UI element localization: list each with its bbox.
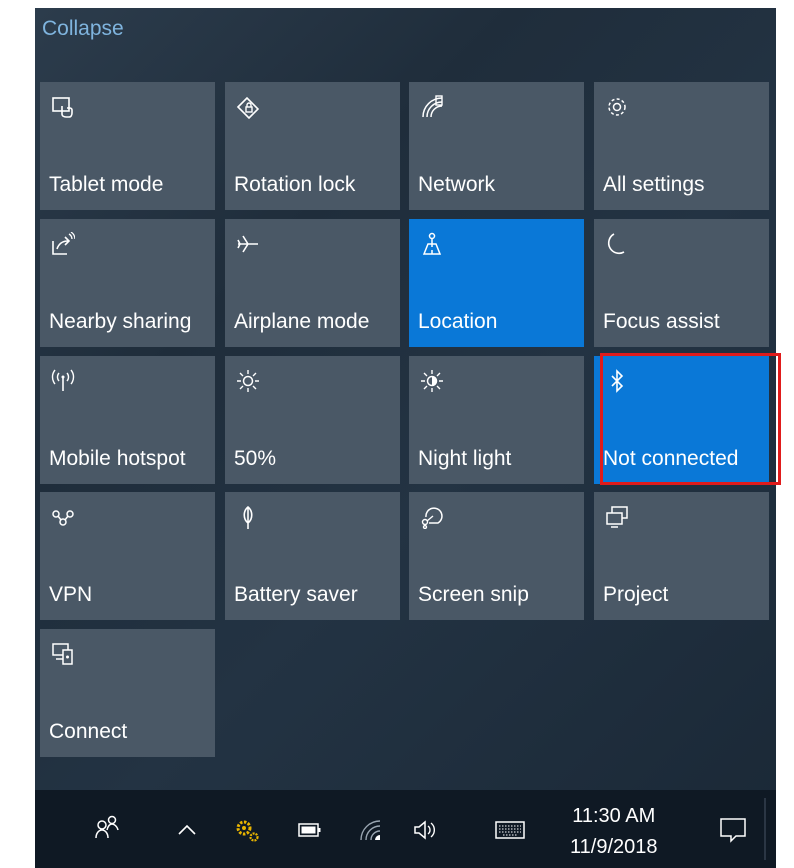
tile-nearby-sharing[interactable]: Nearby sharing xyxy=(40,219,215,347)
tile-label: Nearby sharing xyxy=(49,310,192,333)
tile-label: Rotation lock xyxy=(234,173,356,196)
chevron-up-icon[interactable] xyxy=(175,818,199,842)
tile-brightness[interactable]: 50% xyxy=(225,356,400,484)
clock-date: 11/9/2018 xyxy=(570,836,658,858)
battery-icon[interactable] xyxy=(298,818,322,842)
tile-label: Network xyxy=(418,173,496,196)
wifi-icon[interactable] xyxy=(358,818,382,842)
location-icon xyxy=(422,232,442,255)
tile-rotation-lock[interactable]: Rotation lock xyxy=(225,82,400,210)
tile-label: Focus assist xyxy=(603,310,720,333)
tile-label: Tablet mode xyxy=(49,173,164,196)
notification-icon[interactable] xyxy=(719,816,747,844)
hotspot-icon xyxy=(51,369,75,391)
tile-night-light[interactable]: Night light xyxy=(409,356,584,484)
tile-label: All settings xyxy=(603,173,705,196)
battery-saver-icon xyxy=(243,505,253,529)
clock[interactable]: 11:30 AM 11/9/2018 xyxy=(570,801,658,863)
tile-mobile-hotspot[interactable]: Mobile hotspot xyxy=(40,356,215,484)
settings-tray-icon[interactable] xyxy=(235,818,259,842)
tile-label: Airplane mode xyxy=(234,310,370,333)
moon-icon xyxy=(607,233,625,255)
tile-label: Location xyxy=(418,310,498,333)
tile-airplane-mode[interactable]: Airplane mode xyxy=(225,219,400,347)
screen-snip-icon xyxy=(421,507,443,529)
tile-project[interactable]: Project xyxy=(594,492,769,620)
tile-label: 50% xyxy=(234,447,277,470)
collapse-link[interactable]: Collapse xyxy=(42,17,124,41)
tile-connect[interactable]: Connect xyxy=(40,629,215,757)
clock-time: 11:30 AM xyxy=(572,805,656,827)
tile-label: Screen snip xyxy=(418,583,529,606)
vpn-icon xyxy=(52,510,74,526)
tile-tablet-mode[interactable]: Tablet mode xyxy=(40,82,215,210)
taskbar: 11:30 AM 11/9/2018 xyxy=(35,790,776,868)
network-icon xyxy=(422,95,443,118)
tile-all-settings[interactable]: All settings xyxy=(594,82,769,210)
tile-label: Connect xyxy=(49,720,128,743)
tablet-mode-icon xyxy=(52,97,73,118)
tile-label: Project xyxy=(603,583,669,606)
nearby-sharing-icon xyxy=(52,232,75,255)
tile-label: Battery saver xyxy=(234,583,358,606)
tile-label: Mobile hotspot xyxy=(49,447,186,470)
night-light-icon xyxy=(421,370,443,392)
tile-label: VPN xyxy=(49,583,93,606)
tile-vpn[interactable]: VPN xyxy=(40,492,215,620)
tile-location[interactable]: Location xyxy=(409,219,584,347)
airplane-icon xyxy=(237,235,258,253)
tile-battery-saver[interactable]: Battery saver xyxy=(225,492,400,620)
tile-focus-assist[interactable]: Focus assist xyxy=(594,219,769,347)
people-icon[interactable] xyxy=(95,814,119,838)
tile-label: Night light xyxy=(418,447,512,470)
rotation-lock-icon xyxy=(236,96,260,119)
project-icon xyxy=(606,506,628,528)
gear-icon xyxy=(608,98,626,116)
connect-icon xyxy=(52,643,73,665)
tile-network[interactable]: Network xyxy=(409,82,584,210)
selection-highlight xyxy=(600,353,781,485)
taskbar-divider xyxy=(764,798,766,860)
tile-screen-snip[interactable]: Screen snip xyxy=(409,492,584,620)
volume-icon[interactable] xyxy=(413,818,437,842)
brightness-icon xyxy=(237,370,259,392)
keyboard-icon[interactable] xyxy=(495,818,525,842)
